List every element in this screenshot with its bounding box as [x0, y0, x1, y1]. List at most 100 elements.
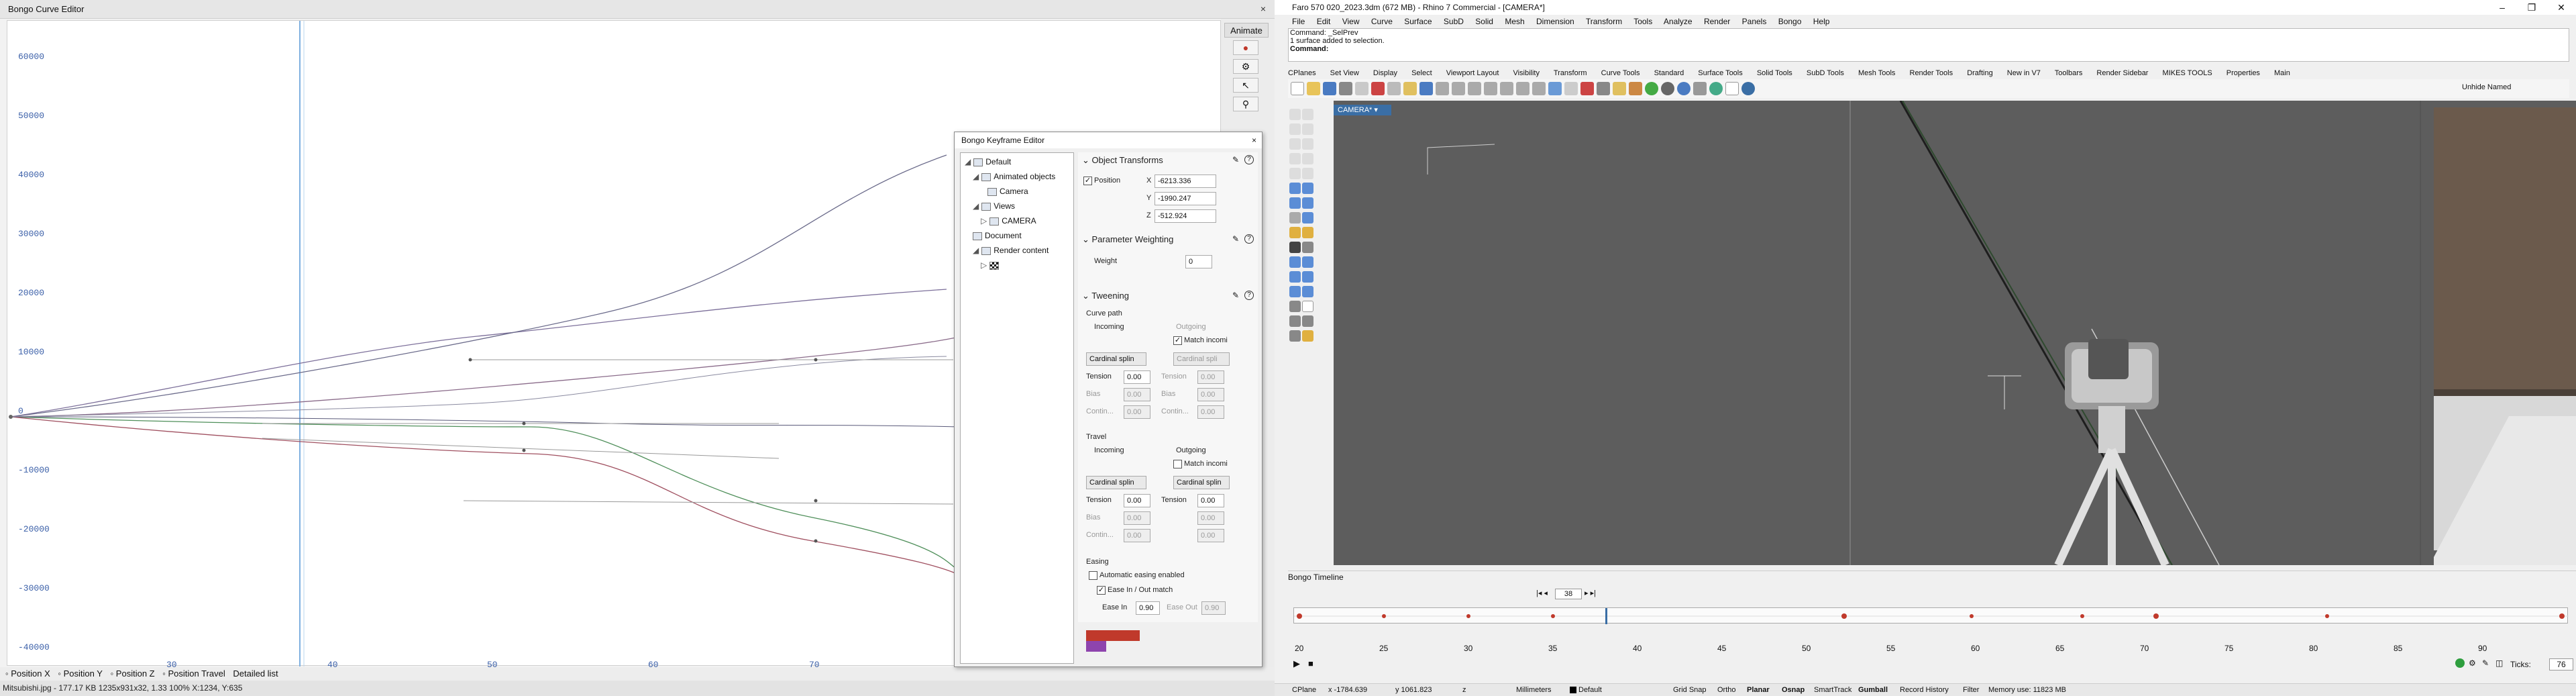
stop-icon[interactable]: ■ — [1308, 658, 1313, 668]
undo-view-icon[interactable] — [1532, 82, 1546, 95]
menu-solid[interactable]: Solid — [1475, 17, 1493, 26]
travel-tension-out-field[interactable]: 0.00 — [1197, 494, 1224, 507]
position-z-field[interactable]: -512.924 — [1155, 209, 1216, 223]
tree-item-document[interactable]: Document — [973, 231, 1022, 240]
curve-z[interactable] — [10, 416, 961, 572]
keyframe-point[interactable] — [522, 421, 526, 426]
camera-icon[interactable]: ◫ — [2496, 658, 2503, 668]
help-icon[interactable]: ? — [1244, 291, 1254, 300]
travel-in-select[interactable]: Cardinal splin — [1086, 476, 1146, 489]
travel-continuity-in-field[interactable]: 0.00 — [1124, 529, 1150, 542]
toggle-filter[interactable]: Filter — [1963, 684, 1979, 696]
mirror-icon[interactable] — [1302, 286, 1313, 297]
lock-icon[interactable] — [1597, 82, 1610, 95]
copy-object-icon[interactable] — [1302, 256, 1313, 268]
sweep-icon[interactable] — [1302, 197, 1313, 209]
menu-file[interactable]: File — [1292, 17, 1305, 26]
help-icon[interactable] — [1741, 82, 1755, 95]
unhide-named-button[interactable]: Unhide Named — [2462, 83, 2511, 91]
tab-drafting[interactable]: Drafting — [1967, 69, 1993, 77]
undo-icon[interactable] — [1419, 82, 1433, 95]
dimension-icon[interactable] — [1289, 301, 1301, 312]
animate-button[interactable]: Animate — [1224, 23, 1269, 38]
block-icon[interactable] — [1302, 330, 1313, 342]
cplane-icon[interactable] — [1564, 82, 1578, 95]
tab-mesh-tools[interactable]: Mesh Tools — [1858, 69, 1895, 77]
tangent-handle[interactable] — [262, 438, 780, 459]
position-checkbox[interactable]: ✓ — [1083, 177, 1092, 185]
tab-render-sidebar[interactable]: Render Sidebar — [2096, 69, 2148, 77]
menu-render[interactable]: Render — [1704, 17, 1730, 26]
detailed-list-link[interactable]: Detailed list — [233, 668, 278, 679]
keyframe-point[interactable] — [468, 358, 472, 362]
legend-position-x[interactable]: ◦ Position X — [5, 668, 50, 679]
viewport-scene[interactable] — [1334, 101, 2576, 565]
tree-item-views[interactable]: ◢ Views — [973, 201, 1015, 211]
array-icon[interactable] — [1289, 286, 1301, 297]
record-icon[interactable]: ● — [1233, 40, 1258, 55]
menu-bongo[interactable]: Bongo — [1778, 17, 1802, 26]
legend-position-z[interactable]: ◦ Position Z — [111, 668, 155, 679]
tree-item-camera-view[interactable]: ▷ CAMERA — [981, 216, 1036, 226]
tab-subd-tools[interactable]: SubD Tools — [1807, 69, 1844, 77]
check-icon[interactable] — [1302, 315, 1313, 327]
legend-position-y[interactable]: ◦ Position Y — [58, 668, 103, 679]
options-icon[interactable] — [1725, 82, 1739, 95]
tab-main[interactable]: Main — [2274, 69, 2290, 77]
tab-select[interactable]: Select — [1411, 69, 1432, 77]
timeline-track[interactable] — [1293, 607, 2569, 624]
rotate-icon[interactable] — [1289, 271, 1301, 283]
ease-in-field[interactable]: 0.90 — [1136, 601, 1160, 615]
curve-in-select[interactable]: Cardinal splin — [1086, 352, 1146, 366]
rotate-view-icon[interactable] — [1452, 82, 1465, 95]
tab-surface-tools[interactable]: Surface Tools — [1698, 69, 1742, 77]
offset-icon[interactable] — [1302, 168, 1313, 179]
shaded-sphere-icon[interactable] — [1661, 82, 1674, 95]
bias-in-field[interactable]: 0.00 — [1124, 388, 1150, 401]
pin-icon[interactable]: ✎ — [1232, 291, 1239, 300]
object-properties-icon[interactable] — [1629, 82, 1642, 95]
tab-new-in-v7[interactable]: New in V7 — [2007, 69, 2041, 77]
curve-x-2[interactable] — [10, 416, 961, 575]
tree-item-render-content[interactable]: ◢ Render content — [973, 246, 1049, 255]
curve-icon[interactable] — [1302, 123, 1313, 135]
travel-bias-out-field[interactable]: 0.00 — [1197, 511, 1224, 525]
new-file-icon[interactable] — [1291, 82, 1304, 95]
position-x-field[interactable]: -6213.336 — [1155, 175, 1216, 188]
menu-analyze[interactable]: Analyze — [1664, 17, 1693, 26]
help-icon[interactable]: ? — [1244, 155, 1254, 164]
select-arrow-icon[interactable] — [1289, 109, 1301, 120]
keyframe-point[interactable] — [9, 415, 13, 419]
rectangle-icon[interactable] — [1289, 153, 1301, 164]
zoom-icon[interactable] — [1468, 82, 1481, 95]
minimize-icon[interactable]: – — [2489, 0, 2516, 15]
tangent-handle[interactable] — [463, 500, 954, 505]
fillet-edge-icon[interactable] — [1302, 227, 1313, 238]
zoom-selected-icon[interactable] — [1516, 82, 1529, 95]
toggle-ortho[interactable]: Ortho — [1717, 684, 1736, 696]
cut-icon[interactable] — [1371, 82, 1385, 95]
prev-frame-icon[interactable]: |◂ ◂ — [1536, 589, 1548, 597]
travel-bias-in-field[interactable]: 0.00 — [1124, 511, 1150, 525]
menu-surface[interactable]: Surface — [1404, 17, 1432, 26]
text-icon[interactable] — [1302, 301, 1313, 312]
tree-item-default[interactable]: ◢ Default — [965, 157, 1011, 166]
scale-icon[interactable] — [1302, 271, 1313, 283]
tab-standard[interactable]: Standard — [1654, 69, 1684, 77]
render-sphere-icon[interactable] — [1645, 82, 1658, 95]
cursor-icon[interactable]: ↖ — [1233, 78, 1258, 93]
curve-out-select[interactable]: Cardinal spli — [1173, 352, 1230, 366]
paste-icon[interactable] — [1403, 82, 1417, 95]
ease-inout-checkbox[interactable]: ✓ — [1097, 586, 1106, 595]
move-icon[interactable] — [1289, 256, 1301, 268]
tab-toolbars[interactable]: Toolbars — [2055, 69, 2083, 77]
tab-display[interactable]: Display — [1373, 69, 1397, 77]
print-icon[interactable] — [1339, 82, 1352, 95]
material-sphere-icon[interactable] — [1677, 82, 1690, 95]
tab-visibility[interactable]: Visibility — [1513, 69, 1540, 77]
point-icon[interactable] — [1302, 109, 1313, 120]
lock-icon[interactable]: ⚲ — [1233, 97, 1258, 111]
menu-view[interactable]: View — [1342, 17, 1360, 26]
open-folder-icon[interactable] — [1307, 82, 1320, 95]
current-frame-field[interactable]: 38 — [1555, 589, 1582, 599]
